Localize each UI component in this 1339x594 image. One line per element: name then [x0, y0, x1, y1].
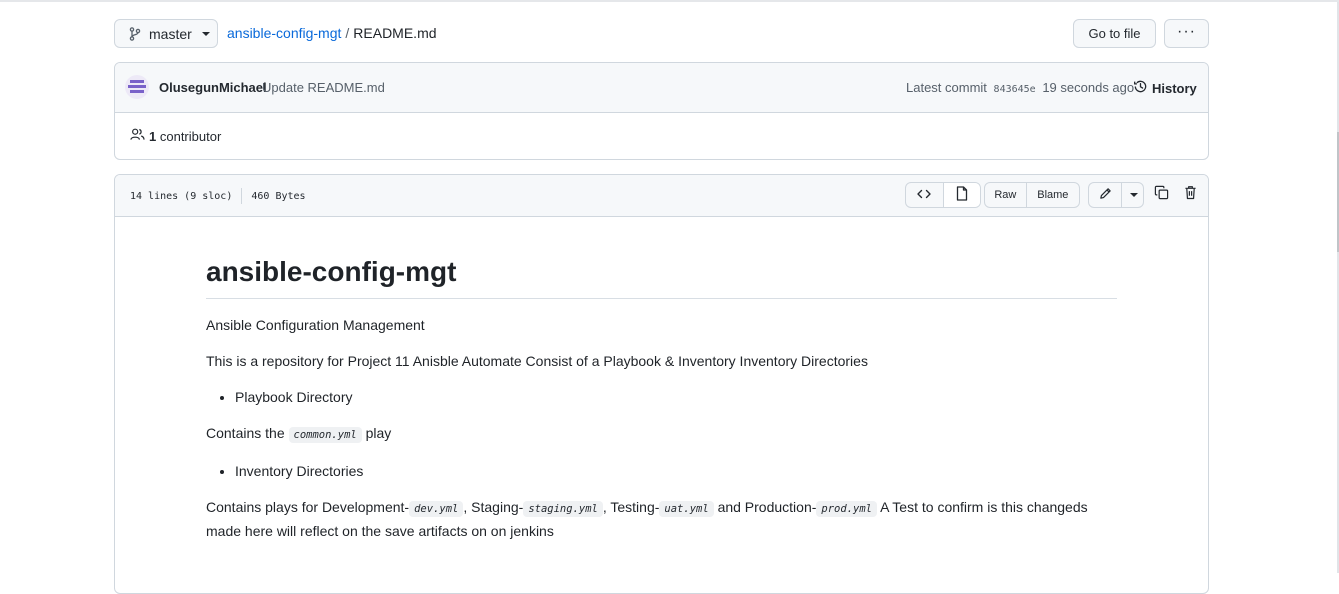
branch-selector-button[interactable]: master [114, 19, 218, 48]
readme-list: Playbook Directory [206, 386, 1117, 408]
readme-paragraph: Contains the common.yml play [206, 422, 1117, 446]
latest-commit-info: Latest commit 843645e 19 seconds ago [906, 80, 1134, 95]
file-size: 460 Bytes [251, 190, 306, 202]
text: Contains plays for Development- [206, 499, 410, 515]
breadcrumb-separator: / [345, 25, 350, 41]
readme-paragraph: Contains plays for Development-dev.yml, … [206, 496, 1117, 542]
blame-button[interactable]: Blame [1025, 183, 1079, 207]
top-border [0, 0, 1339, 2]
raw-blame-group: Raw Blame [984, 182, 1080, 208]
file-header: 14 lines (9 sloc) 460 Bytes Raw Blame [115, 175, 1208, 217]
delete-file-button[interactable] [1181, 186, 1199, 204]
commit-author-link[interactable]: OlusegunMichael [159, 80, 267, 95]
breadcrumb: ansible-config-mgt / README.md [227, 25, 437, 41]
text: , Staging- [463, 499, 524, 515]
history-link[interactable]: History [1133, 79, 1197, 97]
history-label: History [1152, 80, 1197, 96]
copy-icon [1154, 185, 1169, 205]
divider [241, 188, 243, 204]
inline-code: dev.yml [409, 501, 464, 517]
go-to-file-button[interactable]: Go to file [1073, 19, 1156, 48]
commit-sha-link[interactable]: 843645e [994, 84, 1036, 95]
list-item: Inventory Directories [235, 460, 1117, 482]
view-mode-toggle [905, 182, 981, 208]
kebab-icon: ··· [1177, 22, 1196, 40]
contributor-label: contributor [159, 128, 222, 144]
chevron-down-icon [201, 31, 210, 36]
edit-button[interactable] [1089, 183, 1121, 207]
latest-commit-box: OlusegunMichael Update README.md Latest … [114, 62, 1209, 160]
inline-code: staging.yml [523, 501, 603, 517]
copy-raw-button[interactable] [1152, 185, 1170, 205]
latest-commit-label: Latest commit [906, 80, 987, 95]
git-branch-icon [129, 26, 141, 41]
more-options-button[interactable]: ··· [1164, 19, 1209, 48]
pencil-icon [1099, 187, 1112, 203]
file-icon [956, 186, 968, 204]
readme-content: ansible-config-mgt Ansible Configuration… [206, 217, 1117, 542]
edit-dropdown-button[interactable] [1121, 183, 1143, 207]
line-count: 14 lines (9 sloc) [130, 190, 233, 202]
file-info: 14 lines (9 sloc) 460 Bytes [130, 188, 306, 204]
people-icon [130, 128, 145, 144]
readme-paragraph: Ansible Configuration Management [206, 317, 425, 333]
commit-header: OlusegunMichael Update README.md Latest … [115, 63, 1208, 113]
readme-title: ansible-config-mgt [206, 255, 1117, 299]
preview-view-button[interactable] [942, 183, 980, 207]
code-icon [917, 188, 931, 203]
text: Contains the [206, 425, 285, 441]
list-item: Playbook Directory [235, 386, 1117, 408]
branch-name: master [149, 25, 192, 42]
edit-group [1088, 182, 1144, 208]
inline-code: common.yml [288, 427, 362, 443]
readme-list: Inventory Directories [206, 460, 1117, 482]
inline-code: prod.yml [816, 501, 877, 517]
contributor-count: 1 [149, 128, 157, 144]
inline-code: uat.yml [659, 501, 714, 517]
text: and Production- [717, 499, 817, 515]
repo-link[interactable]: ansible-config-mgt [227, 25, 341, 41]
text: , Testing- [602, 499, 660, 515]
contributors[interactable]: 1 contributor [130, 128, 221, 144]
text: play [365, 425, 392, 441]
chevron-down-icon [1129, 193, 1138, 197]
avatar[interactable] [125, 75, 149, 99]
history-icon [1133, 79, 1148, 97]
code-view-button[interactable] [906, 183, 943, 207]
raw-button[interactable]: Raw [985, 183, 1026, 207]
file-name: README.md [353, 25, 437, 41]
readme-paragraph: This is a repository for Project 11 Anis… [206, 353, 868, 369]
file-viewer: 14 lines (9 sloc) 460 Bytes Raw Blame an… [114, 174, 1209, 594]
commit-time: 19 seconds ago [1042, 80, 1135, 95]
trash-icon [1184, 185, 1197, 205]
commit-message-link[interactable]: Update README.md [262, 80, 385, 95]
